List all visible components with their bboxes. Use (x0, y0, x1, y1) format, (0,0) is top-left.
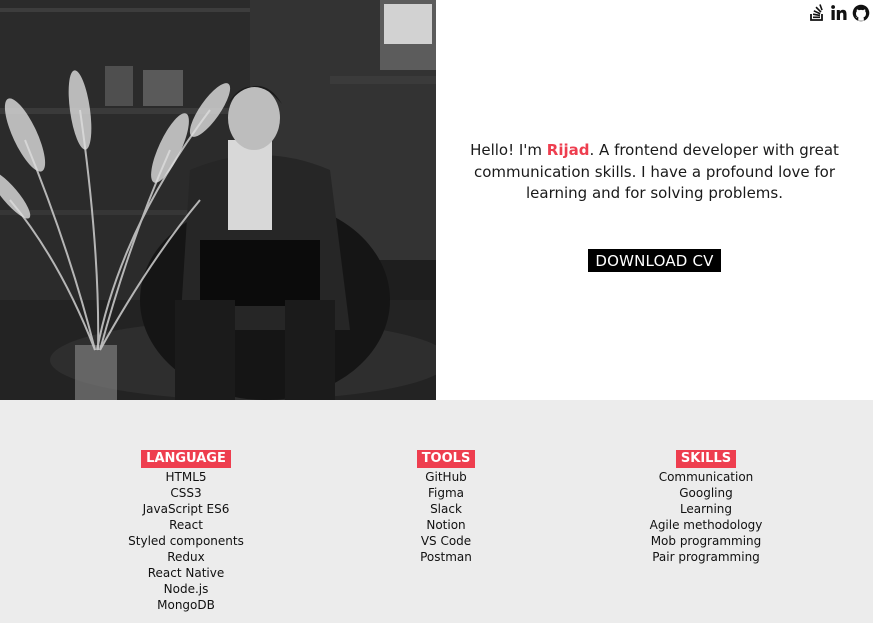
intro-panel: Hello! I'm Rijad. A frontend developer w… (436, 0, 873, 400)
language-column: LANGUAGE HTML5 CSS3 JavaScript ES6 React Sty… (106, 447, 266, 613)
list-item: React Native (147, 566, 225, 580)
linkedin-icon[interactable] (830, 4, 848, 22)
github-icon[interactable] (852, 4, 870, 22)
social-links (808, 4, 870, 22)
list-item: Node.js (163, 582, 209, 596)
list-item: MongoDB (157, 598, 215, 612)
skills-section: LANGUAGE HTML5 CSS3 JavaScript ES6 React Sty… (0, 400, 873, 623)
list-item: Communication (658, 470, 754, 484)
list-item: Mob programming (650, 534, 762, 548)
stackoverflow-icon[interactable] (808, 4, 826, 22)
list-item: JavaScript ES6 (142, 502, 230, 516)
list-item: HTML5 (165, 470, 207, 484)
language-list: HTML5 CSS3 JavaScript ES6 React Styled compo… (106, 469, 266, 613)
download-cv-button[interactable]: DOWNLOAD CV (588, 248, 721, 272)
tools-list: GitHub Figma Slack Notion VS Code Postman (386, 469, 506, 565)
list-item: Styled components (128, 534, 244, 548)
tools-column: TOOLS GitHub Figma Slack Notion VS Code Postm… (386, 447, 506, 565)
list-item: Agile methodology (649, 518, 763, 532)
language-heading: LANGUAGE (141, 450, 231, 468)
list-item: Googling (679, 486, 733, 500)
list-item: GitHub (425, 470, 467, 484)
list-item: Learning (679, 502, 733, 516)
tools-heading: TOOLS (416, 450, 476, 468)
list-item: VS Code (420, 534, 472, 548)
skills-list: Communication Googling Learning Agile metho… (626, 469, 786, 565)
intro-greeting: Hello! I'm (470, 141, 547, 160)
list-item: React (169, 518, 203, 532)
list-item: Notion (426, 518, 466, 532)
list-item: Slack (430, 502, 462, 516)
profile-photo (0, 0, 436, 400)
hero-section: Hello! I'm Rijad. A frontend developer w… (0, 0, 873, 400)
skills-column: SKILLS Communication Googling Learning Agil… (626, 447, 786, 565)
list-item: Postman (420, 550, 472, 564)
list-item: CSS3 (170, 486, 202, 500)
intro-text: Hello! I'm Rijad. A frontend developer w… (445, 140, 865, 205)
list-item: Redux (167, 550, 205, 564)
list-item: Pair programming (652, 550, 760, 564)
skills-heading: SKILLS (675, 450, 737, 468)
intro-name: Rijad (546, 141, 590, 160)
list-item: Figma (427, 486, 465, 500)
